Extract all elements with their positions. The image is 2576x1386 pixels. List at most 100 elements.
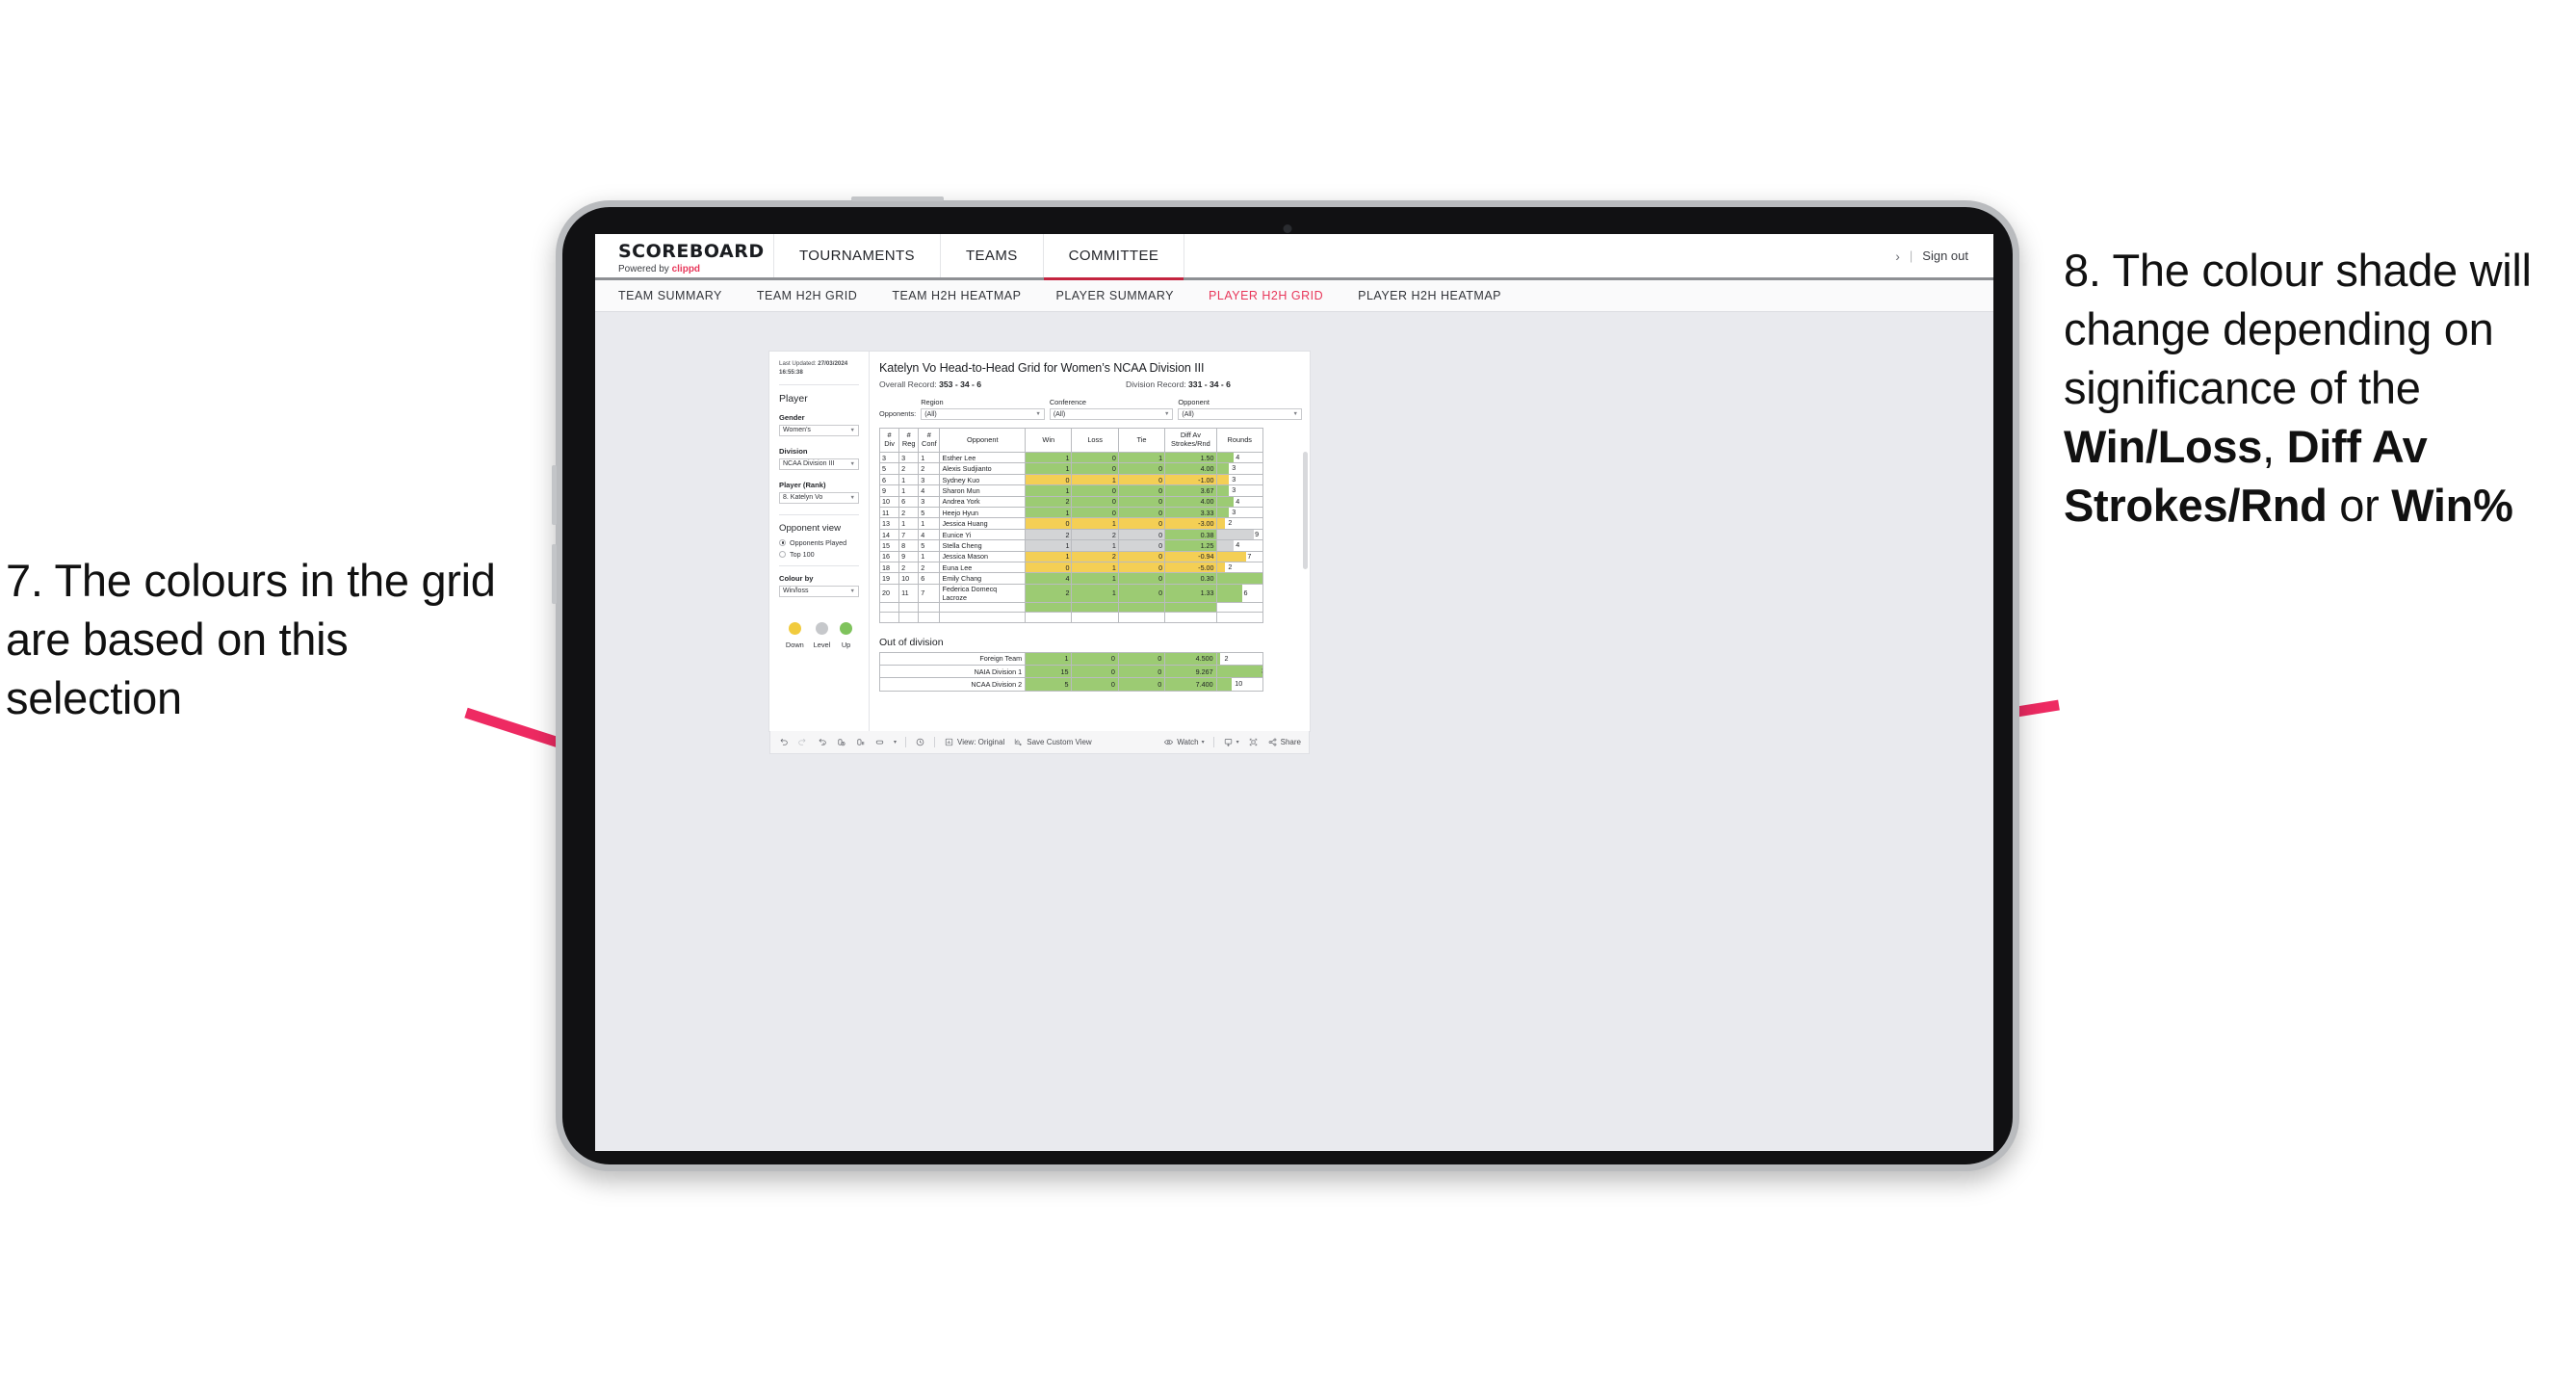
share-button[interactable]: Share: [1267, 737, 1301, 747]
cell-rounds: 9: [1215, 528, 1264, 541]
cell-diff: 7.400: [1164, 677, 1217, 692]
col-tie[interactable]: Tie: [1117, 428, 1166, 453]
table-row[interactable]: 19106Emily Chang4100.3011: [878, 572, 1264, 585]
table-row[interactable]: 9 1 4 Sharon Mun 1 0 0 3.67 3: [878, 484, 1264, 497]
subnav-team-h2h-grid[interactable]: TEAM H2H GRID: [757, 289, 857, 302]
chevron-down-icon: ▼: [849, 460, 855, 467]
subnav-team-h2h-heatmap[interactable]: TEAM H2H HEATMAP: [892, 289, 1021, 302]
out-of-division-row[interactable]: NCAA Division 2 5 0 0 7.400 10: [878, 677, 1264, 692]
col-loss[interactable]: Loss: [1071, 428, 1119, 453]
table-row[interactable]: 15 8 5 Stella Cheng 1 1 0 1.25 4: [878, 539, 1264, 552]
filter-opponent-value: (All): [1182, 410, 1194, 418]
radio-top-100[interactable]: Top 100: [779, 550, 859, 559]
col-win[interactable]: Win: [1025, 428, 1073, 453]
table-row[interactable]: 3 3 1 Esther Lee 1 0 1 1.50 4: [878, 451, 1264, 464]
cell-win: 15: [1025, 665, 1073, 679]
cell-conf: 5: [918, 539, 941, 552]
cell-tie: 0: [1117, 473, 1166, 486]
table-row[interactable]: 10 6 3 Andrea York 2 0 0 4.00 4: [878, 495, 1264, 509]
power-button[interactable]: [851, 196, 944, 201]
out-of-division-title: Out of division: [879, 636, 944, 648]
filter-player-rank-select[interactable]: 8. Katelyn Vo ▼: [779, 491, 859, 504]
view-original-button[interactable]: View: Original: [944, 737, 1004, 747]
viz-toolbar: ▾ View: Original Save Custom View Watch …: [769, 731, 1310, 754]
table-row[interactable]: 5 2 2 Alexis Sudjianto 1 0 0 4.00 3: [878, 462, 1264, 475]
table-row[interactable]: 18 2 2 Euna Lee 0 1 0 -5.00 2: [878, 562, 1264, 574]
cell-loss: 0: [1071, 677, 1119, 692]
cell-tie: 0: [1117, 495, 1166, 509]
cell-rounds: 2: [1215, 651, 1264, 667]
table-row[interactable]: 11 2 5 Heejo Hyun 1 0 0 3.33 3: [878, 507, 1264, 519]
cell-reg: 11: [898, 583, 920, 603]
refresh-data-icon[interactable]: [836, 737, 846, 747]
subnav-player-h2h-heatmap[interactable]: PLAYER H2H HEATMAP: [1358, 289, 1501, 302]
table-row[interactable]: 13 1 1 Jessica Huang 0 1 0 -3.00 2: [878, 517, 1264, 530]
col-reg[interactable]: # Reg: [898, 428, 920, 453]
col-conf[interactable]: # Conf: [918, 428, 941, 453]
cell-empty: [1071, 612, 1119, 623]
cell-rounds: 10: [1215, 677, 1264, 692]
rounds-bar: [1217, 653, 1220, 665]
opponent-view-title: Opponent view: [779, 522, 841, 534]
filter-conference-value: (All): [1053, 410, 1066, 418]
pause-data-icon[interactable]: [855, 737, 866, 747]
chevron-down-icon: ▾: [1201, 740, 1205, 745]
radio-opponents-played[interactable]: Opponents Played: [779, 538, 859, 547]
filter-conference-select[interactable]: (All) ▼: [1049, 408, 1174, 420]
cell-empty: [898, 612, 920, 623]
subnav-player-summary[interactable]: PLAYER SUMMARY: [1055, 289, 1174, 302]
chevron-down-icon[interactable]: ▾: [894, 739, 897, 745]
filter-gender-select[interactable]: Women’s ▼: [779, 424, 859, 436]
table-row[interactable]: 16 9 1 Jessica Mason 1 2 0 -0.94 7: [878, 550, 1264, 563]
nav-tournaments[interactable]: TOURNAMENTS: [774, 234, 941, 277]
overall-record: Overall Record: 353 - 34 - 6: [879, 379, 981, 389]
filter-opponent-select[interactable]: (All) ▼: [1178, 408, 1302, 420]
page-title: Katelyn Vo Head-to-Head Grid for Women’s…: [879, 361, 1205, 375]
sign-out-link[interactable]: Sign out: [1922, 248, 1968, 263]
filter-colour-by-select[interactable]: Win/loss ▼: [779, 585, 859, 597]
col-rounds[interactable]: Rounds: [1215, 428, 1264, 453]
filter-division-select[interactable]: NCAA Division III ▼: [779, 458, 859, 470]
out-of-division-row[interactable]: Foreign Team 1 0 0 4.500 2: [878, 651, 1264, 667]
cell-empty: [918, 612, 941, 623]
cell-tie: 0: [1117, 583, 1166, 603]
cell-loss: 1: [1071, 517, 1119, 530]
cell-reg: 2: [898, 562, 920, 574]
table-row[interactable]: 6 1 3 Sydney Kuo 0 1 0 -1.00 3: [878, 473, 1264, 486]
legend-dot-level: [815, 621, 828, 635]
vertical-scrollbar[interactable]: [1303, 452, 1308, 569]
table-row[interactable]: 20 11 7 Federica Domecq Lacroze 2 1 0 1.33 6: [878, 583, 1264, 603]
subnav-team-summary[interactable]: TEAM SUMMARY: [618, 289, 722, 302]
col-diff-av-strokes[interactable]: Diff Av Strokes/Rnd: [1164, 428, 1217, 453]
pause-auto-update-icon[interactable]: [915, 737, 925, 747]
cell-empty: [878, 612, 900, 623]
watch-button[interactable]: Watch ▾: [1163, 737, 1205, 747]
redo-icon[interactable]: [797, 737, 808, 747]
fullscreen-icon[interactable]: [1248, 737, 1259, 747]
col-opponent[interactable]: Opponent: [939, 428, 1027, 453]
table-row[interactable]: 14 7 4 Eunice Yi 2 2 0 0.38 9: [878, 528, 1264, 541]
out-of-division-row[interactable]: NAIA Division 115009.26730: [878, 665, 1264, 679]
cell-loss: 1: [1071, 539, 1119, 552]
download-button[interactable]: ▾: [1223, 737, 1239, 747]
volume-up-button[interactable]: [552, 465, 557, 525]
cell-diff: 1.33: [1164, 583, 1217, 603]
brand-logo[interactable]: SCOREBOARD Powered by clippd: [595, 234, 774, 277]
filter-region-select[interactable]: (All) ▼: [921, 408, 1045, 420]
cell-diff: 0.30: [1164, 572, 1217, 585]
revert-icon[interactable]: [817, 737, 827, 747]
chevron-right-icon[interactable]: ›: [1895, 248, 1900, 264]
save-custom-view-button[interactable]: Save Custom View: [1013, 737, 1092, 747]
highlight-icon[interactable]: [874, 737, 885, 747]
cell-diff: 1.50: [1164, 451, 1217, 464]
col-div[interactable]: # Div: [878, 428, 900, 453]
cell-group-name: Foreign Team: [878, 651, 1027, 667]
subnav-player-h2h-grid[interactable]: PLAYER H2H GRID: [1209, 289, 1323, 302]
cell-clipped: [939, 601, 1027, 614]
nav-teams[interactable]: TEAMS: [941, 234, 1044, 277]
nav-committee[interactable]: COMMITTEE: [1043, 234, 1185, 280]
undo-icon[interactable]: [778, 737, 789, 747]
volume-down-button[interactable]: [552, 544, 557, 604]
rounds-value: 2: [1228, 518, 1233, 528]
rounds-bar: [1217, 497, 1234, 507]
